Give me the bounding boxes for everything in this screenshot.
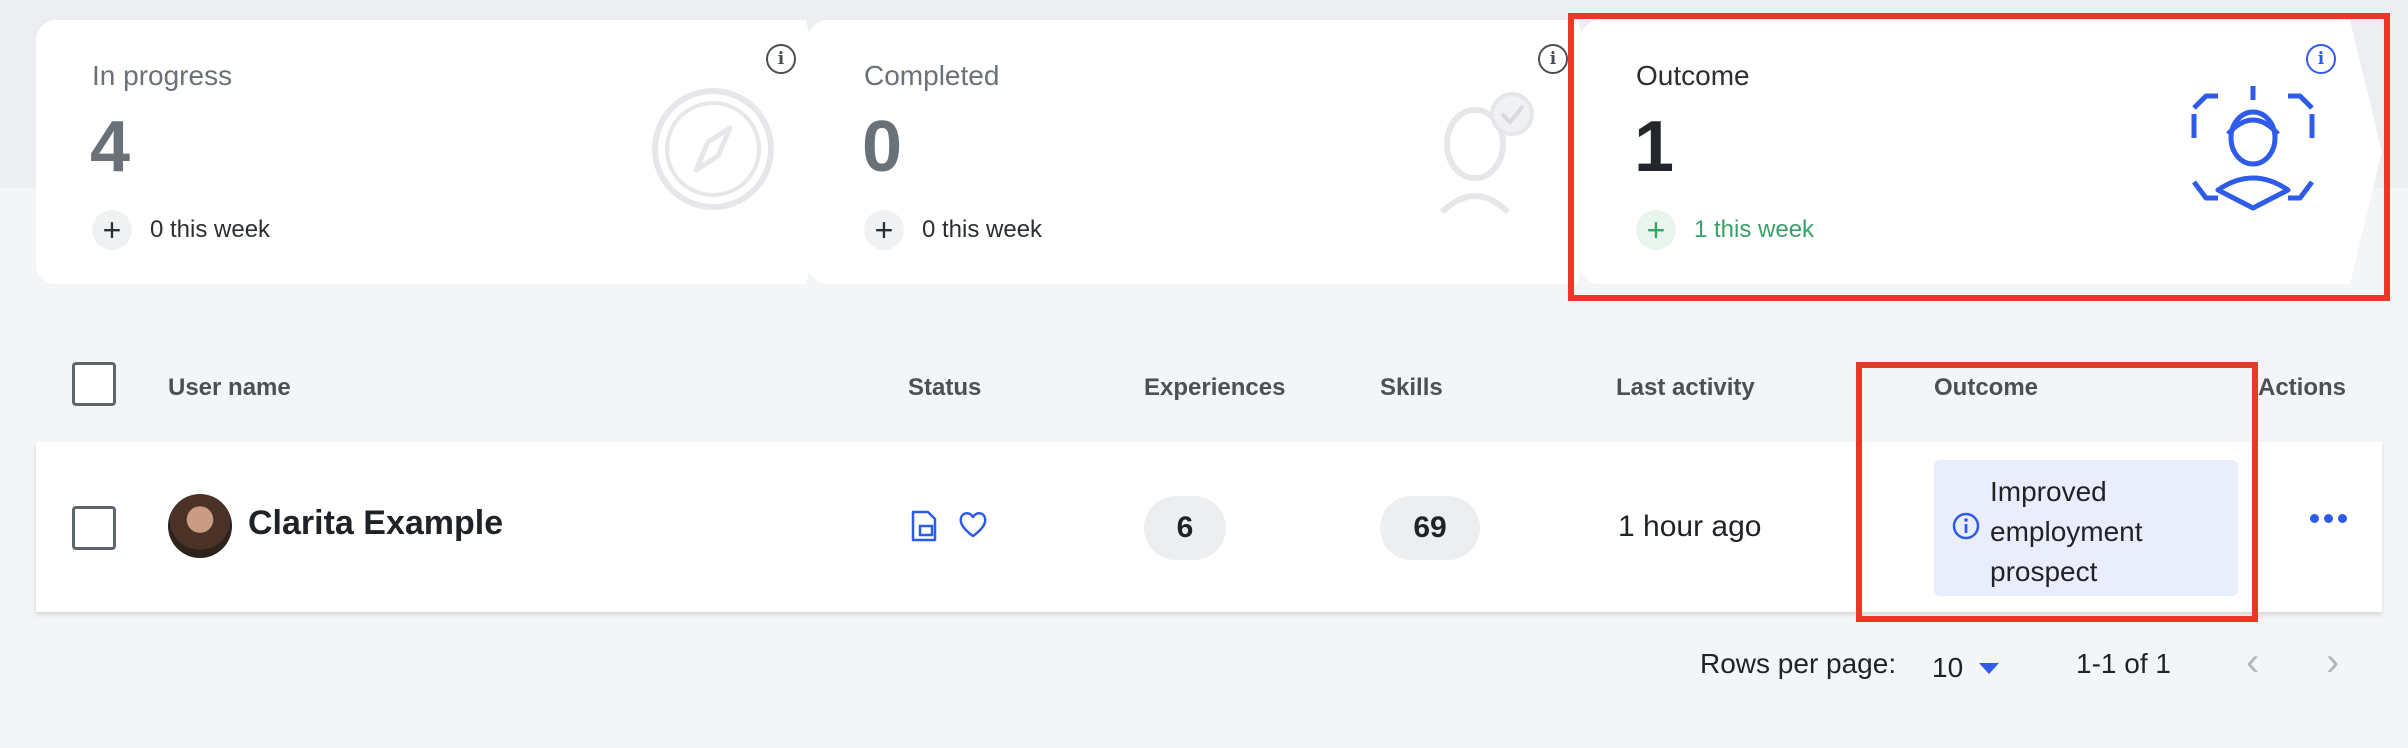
highlight-box-outcome-card (1568, 13, 2390, 301)
rows-per-page-select[interactable]: 10 (1932, 648, 2000, 688)
stat-card-week: + 0 this week (92, 210, 270, 250)
last-activity: 1 hour ago (1618, 510, 1762, 543)
heart-icon[interactable] (958, 510, 988, 538)
row-checkbox[interactable] (72, 506, 116, 550)
column-header-last-activity[interactable]: Last activity (1616, 374, 1755, 402)
stat-card-week: + 0 this week (864, 210, 1042, 250)
stat-card-label: Completed (864, 60, 1000, 91)
column-header-experiences[interactable]: Experiences (1144, 374, 1285, 402)
caret-down-icon (1979, 662, 2000, 674)
status-icons (910, 510, 988, 542)
avatar (168, 494, 232, 558)
stat-card-label: In progress (92, 60, 233, 91)
rows-per-page-value: 10 (1932, 652, 1964, 683)
stat-card-week-text: 0 this week (150, 216, 271, 243)
pagination-range: 1-1 of 1 (2076, 648, 2171, 679)
user-name[interactable]: Clarita Example (248, 504, 503, 543)
rows-per-page-label: Rows per page: (1700, 648, 1897, 679)
stat-card-completed: Completed 0 + 0 this week i (808, 20, 1610, 284)
document-icon[interactable] (910, 510, 938, 542)
user-check-icon (1439, 92, 1534, 214)
stat-card-in-progress: In progress 4 + 0 this week i (36, 20, 838, 284)
column-header-skills[interactable]: Skills (1380, 374, 1443, 402)
stat-card-week-text: 0 this week (922, 216, 1043, 243)
chevron-right-icon[interactable]: › (2326, 640, 2339, 684)
stat-card-value: 4 (90, 107, 131, 187)
highlight-box-outcome-column (1856, 362, 2258, 622)
column-header-user-name[interactable]: User name (168, 374, 291, 402)
column-header-actions: Actions (2258, 374, 2347, 401)
plus-icon: + (864, 210, 904, 250)
select-all-checkbox[interactable] (72, 362, 116, 406)
chevron-left-icon[interactable]: ‹ (2246, 640, 2259, 684)
experiences-count: 6 (1144, 496, 1226, 560)
info-icon[interactable]: i (1538, 44, 1568, 74)
skills-count: 69 (1380, 496, 1480, 560)
compass-icon (652, 88, 774, 210)
stat-card-value: 0 (862, 107, 903, 187)
plus-icon: + (92, 210, 132, 250)
more-actions-icon[interactable] (2310, 514, 2347, 523)
column-header-status[interactable]: Status (908, 374, 981, 402)
info-icon[interactable]: i (766, 44, 796, 74)
